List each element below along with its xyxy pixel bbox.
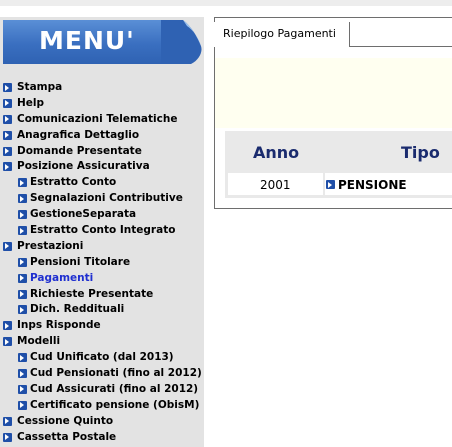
arrow-bullet-icon [18,353,27,363]
sidebar-item-label: Certificato pensione (ObisM) [30,398,200,411]
arrow-bullet-icon [18,369,27,379]
sidebar-item-label: Estratto Conto Integrato [30,224,176,237]
arrow-bullet-icon [18,400,27,410]
menu-curl-decoration [161,20,202,64]
arrow-bullet-icon [3,146,12,156]
menu-banner: MENU' [3,20,202,64]
sidebar-item-label: Segnalazioni Contributive [30,192,183,205]
arrow-bullet-icon [3,432,12,442]
sidebar-item-label: Richieste Presentate [30,287,154,300]
sidebar-item-label: Cessione Quinto [17,414,114,427]
top-bar [0,0,452,6]
sidebar-item-label: Stampa [17,81,63,93]
arrow-bullet-icon [18,305,27,315]
tab-riepilogo-pagamenti[interactable]: Riepilogo Pagamenti [214,22,350,47]
arrow-bullet-icon [3,98,12,108]
column-header-tipo: Tipo [401,143,440,162]
arrow-bullet-icon [18,384,27,394]
arrow-bullet-icon [18,257,27,267]
arrow-bullet-icon [3,321,12,331]
sidebar-item-label: Inps Risponde [17,319,101,332]
sidebar-item-label: Help [17,96,45,109]
info-area [215,58,452,128]
sidebar-item-label: GestioneSeparata [30,208,137,221]
sidebar-item-label: Anagrafica Dettaglio [17,128,140,141]
sidebar-item-label: Prestazioni [17,239,84,252]
menu-title: MENU' [39,26,135,55]
arrow-bullet-icon [18,273,27,283]
arrow-bullet-icon [3,83,12,92]
arrow-bullet-icon [18,178,27,188]
tab-divider [349,46,452,47]
sidebar-item-label: Cud Pensionati (fino al 2012) [30,367,202,380]
arrow-bullet-icon [3,114,12,124]
sidebar-item-label: Cud Unificato (dal 2013) [30,351,174,364]
arrow-bullet-icon [3,241,12,251]
sidebar-item-label: Posizione Assicurativa [17,160,150,173]
table-row-year: 2001 [260,178,291,192]
sidebar-item-label: Comunicazioni Telematiche [17,112,178,125]
sidebar-item-label: Cassetta Postale [17,430,117,443]
sidebar-item-label: Pensioni Titolare [30,255,131,268]
column-header-anno: Anno [253,143,300,162]
arrow-bullet-icon [3,130,12,140]
arrow-bullet-icon[interactable] [326,180,335,189]
sidebar-item-label: Modelli [17,335,61,348]
tab-label: Riepilogo Pagamenti [223,27,336,40]
sidebar-item-label: Estratto Conto [30,176,117,189]
arrow-bullet-icon [18,226,27,236]
arrow-bullet-icon [18,194,27,204]
arrow-bullet-icon [18,289,27,299]
table-row-tipo-link[interactable]: PENSIONE [338,178,407,192]
sidebar-item-label: Domande Presentate [17,144,142,157]
sidebar-item-label: Pagamenti [30,271,94,284]
arrow-bullet-icon [3,416,12,426]
arrow-bullet-icon [3,337,12,347]
sidebar-item-label: Dich. Reddituali [30,303,125,316]
sidebar-item-label: Cud Assicurati (fino al 2012) [30,382,199,395]
sidebar: MENU' Stampa Help Comunicazioni Telemati… [0,17,204,447]
arrow-bullet-icon [18,210,27,220]
arrow-bullet-icon [3,162,12,172]
